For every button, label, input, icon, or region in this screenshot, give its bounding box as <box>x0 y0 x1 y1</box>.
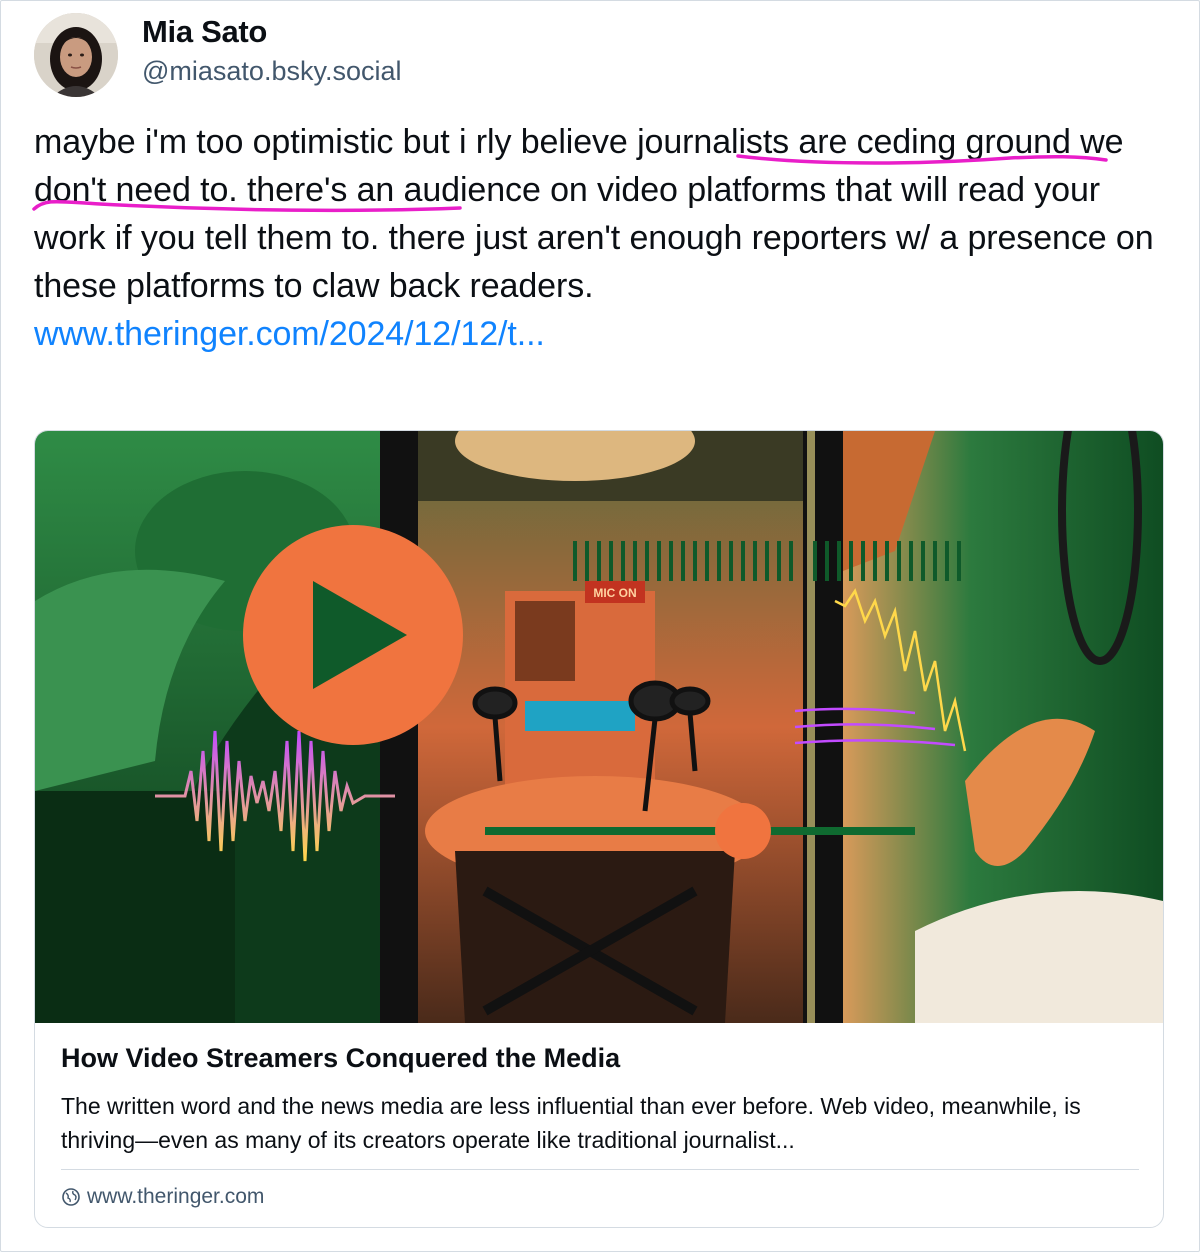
link-card-title[interactable]: How Video Streamers Conquered the Media <box>61 1043 620 1074</box>
author-handle[interactable]: @miasato.bsky.social <box>142 56 402 87</box>
link-card-domain-row: www.theringer.com <box>61 1185 264 1209</box>
link-card-description: The written word and the news media are … <box>61 1093 1081 1153</box>
author-display-name[interactable]: Mia Sato <box>142 14 267 50</box>
link-card[interactable]: MIC ON How Video Streamers Conquered the… <box>34 430 1164 1228</box>
post-text: maybe i'm too optimistic but i rly belie… <box>34 118 1174 358</box>
thumbnail-image: MIC ON <box>35 431 1163 1023</box>
avatar-photo <box>34 13 118 97</box>
post-link[interactable]: www.theringer.com/2024/12/12/t... <box>34 310 1174 358</box>
mic-on-sign: MIC ON <box>593 586 636 600</box>
link-card-thumbnail[interactable]: MIC ON <box>35 431 1163 1023</box>
post-text-plain: maybe i'm too optimistic but i rly belie… <box>34 123 638 161</box>
link-card-divider <box>61 1169 1139 1170</box>
link-card-domain: www.theringer.com <box>87 1185 265 1208</box>
globe-icon <box>61 1187 81 1207</box>
avatar[interactable] <box>34 13 118 97</box>
